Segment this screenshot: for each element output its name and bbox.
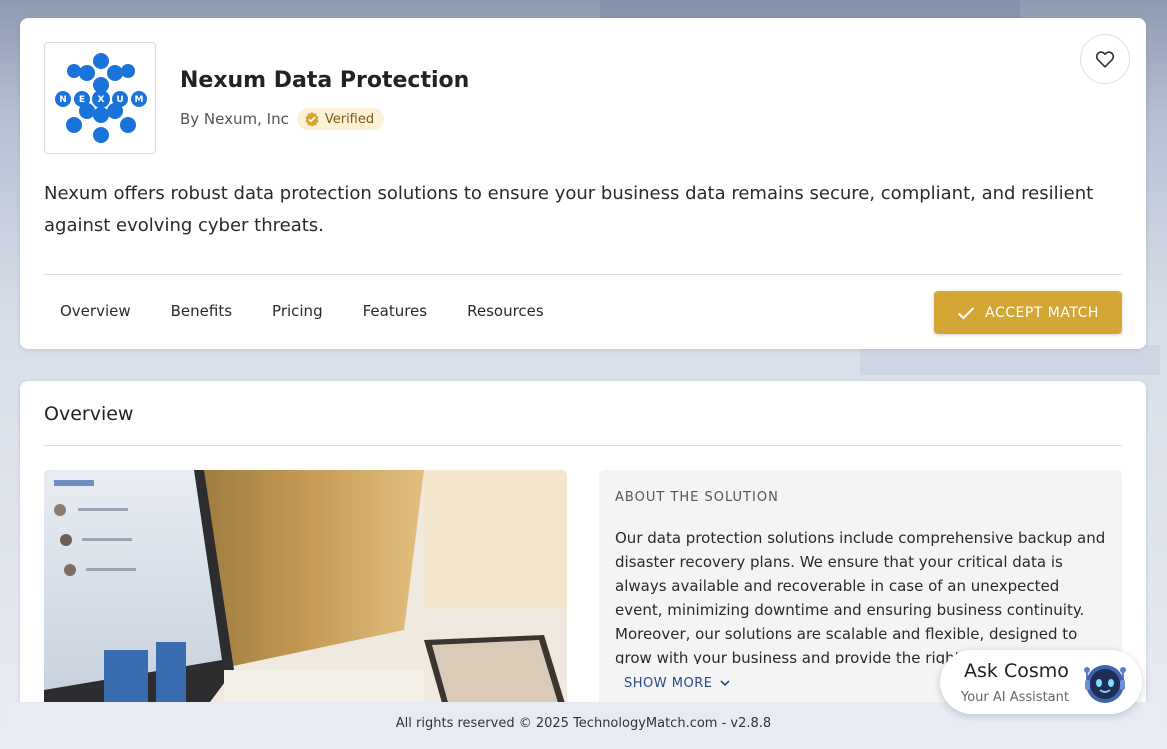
logo-letter: E	[79, 95, 85, 105]
overview-title: Overview	[44, 403, 134, 425]
check-icon	[957, 306, 975, 319]
divider	[44, 445, 1122, 446]
logo-letter: N	[59, 95, 67, 105]
accept-match-label: ACCEPT MATCH	[985, 304, 1099, 321]
solution-image	[44, 470, 567, 710]
divider	[44, 274, 1122, 275]
product-title: Nexum Data Protection	[180, 68, 470, 93]
background-decoration	[600, 0, 1020, 20]
logo-letter: M	[135, 95, 144, 105]
vendor-name: By Nexum, Inc	[180, 110, 289, 128]
copyright-text: All rights reserved © 2025 TechnologyMat…	[395, 715, 772, 731]
verified-badge: Verified	[296, 108, 385, 130]
robot-avatar-icon	[1084, 665, 1126, 703]
assistant-title: Ask Cosmo	[964, 660, 1069, 682]
favorite-button[interactable]	[1080, 34, 1130, 84]
product-byline: By Nexum, Inc Verified	[180, 108, 385, 130]
logo-letter: U	[116, 95, 123, 105]
tab-pricing[interactable]: Pricing	[256, 292, 339, 330]
show-more-label: SHOW MORE	[624, 676, 713, 691]
show-more-button[interactable]: SHOW MORE	[624, 676, 731, 691]
product-header-card: N E X U M Nexum Data Protection By Nexum…	[20, 18, 1146, 349]
logo-letter: X	[98, 95, 105, 105]
accept-match-button[interactable]: ACCEPT MATCH	[934, 291, 1122, 334]
verified-label: Verified	[324, 111, 375, 127]
chevron-down-icon	[720, 680, 731, 687]
product-logo: N E X U M	[44, 42, 156, 154]
verified-icon	[305, 112, 319, 127]
assistant-subtitle: Your AI Assistant	[961, 690, 1069, 705]
product-description: Nexum offers robust data protection solu…	[44, 183, 1094, 236]
tab-overview[interactable]: Overview	[44, 292, 147, 330]
background-decoration	[860, 345, 1160, 375]
heart-icon	[1095, 51, 1115, 68]
tab-features[interactable]: Features	[347, 292, 444, 330]
about-solution-label: ABOUT THE SOLUTION	[615, 490, 779, 505]
about-solution-text: Our data protection solutions include co…	[615, 529, 1106, 664]
tab-benefits[interactable]: Benefits	[155, 292, 248, 330]
section-tabs: Overview Benefits Pricing Features Resou…	[44, 292, 568, 330]
ask-cosmo-button[interactable]: Ask Cosmo Your AI Assistant	[940, 650, 1142, 714]
tab-resources[interactable]: Resources	[451, 292, 560, 330]
